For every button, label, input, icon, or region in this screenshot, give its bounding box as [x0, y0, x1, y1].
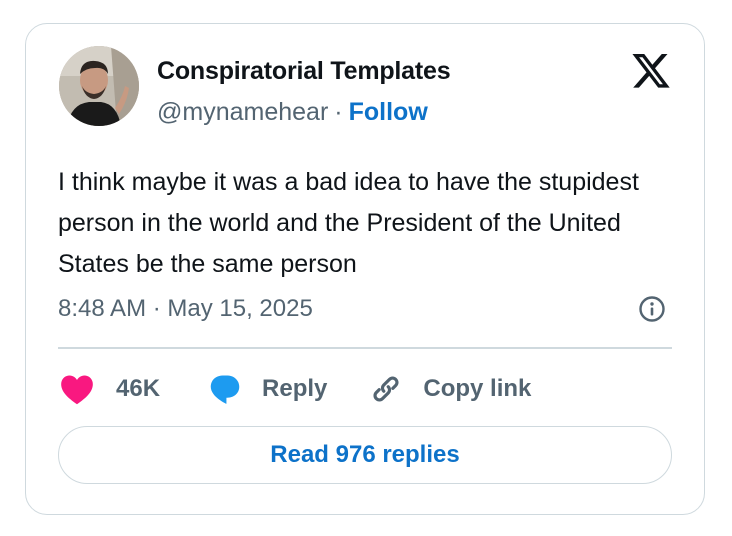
author-display-name[interactable]: Conspiratorial Templates: [157, 57, 451, 86]
separator-dot: ·: [334, 98, 343, 126]
x-logo-icon[interactable]: [630, 54, 672, 92]
read-replies-button[interactable]: Read 976 replies: [58, 426, 672, 484]
reply-label: Reply: [262, 375, 328, 402]
divider: [58, 347, 672, 349]
speech-bubble-icon: [210, 375, 240, 404]
like-count: 46K: [116, 375, 161, 402]
author-handle-row: @mynamehear · Follow: [157, 98, 428, 127]
action-bar: 46K Reply Copy link: [58, 367, 531, 411]
author-handle[interactable]: @mynamehear: [157, 98, 328, 126]
avatar[interactable]: [59, 46, 139, 126]
tweet-card: Conspiratorial Templates @mynamehear · Fol…: [25, 23, 705, 515]
info-icon[interactable]: [638, 295, 666, 323]
reply-button[interactable]: Reply: [206, 370, 327, 408]
copy-link-button[interactable]: Copy link: [367, 370, 531, 408]
heart-icon: [61, 375, 93, 405]
like-button[interactable]: 46K: [58, 370, 160, 408]
follow-button[interactable]: Follow: [349, 98, 428, 126]
tweet-text: I think maybe it was a bad idea to have …: [58, 168, 639, 278]
link-icon: [373, 376, 399, 402]
copy-link-label: Copy link: [423, 375, 532, 402]
tweet-timestamp[interactable]: 8:48 AM · May 15, 2025: [58, 295, 313, 323]
